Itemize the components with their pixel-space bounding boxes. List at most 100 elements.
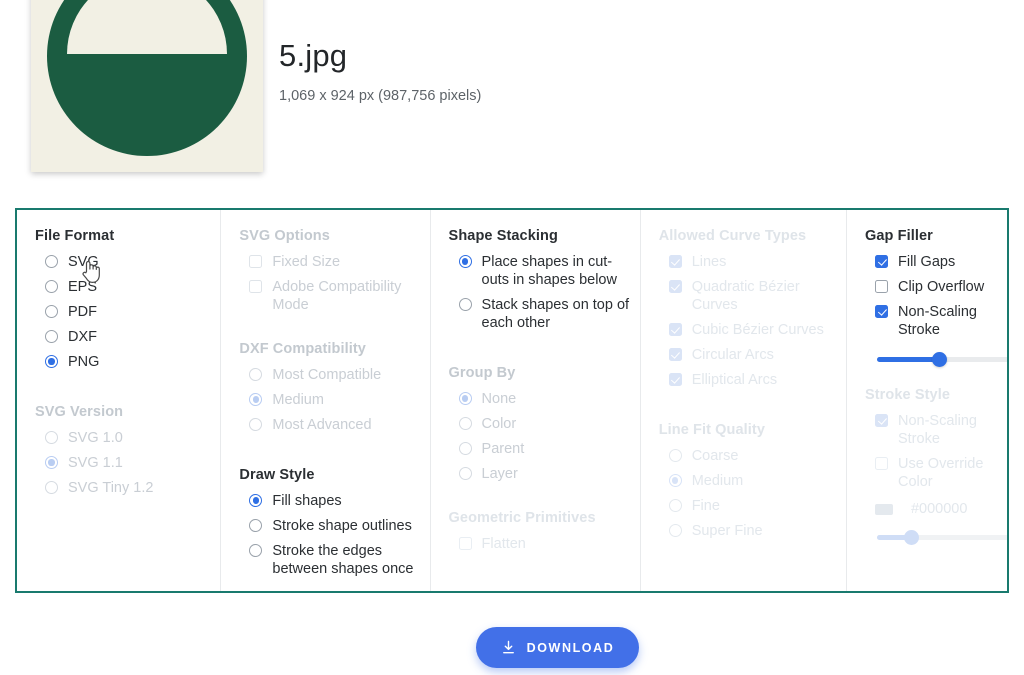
- checkbox-clip-overflow[interactable]: [874, 280, 888, 293]
- option-eps[interactable]: EPS: [35, 278, 214, 296]
- checkbox-lines: [668, 255, 682, 268]
- label-fixed-size: Fixed Size: [272, 254, 341, 270]
- stroke-style-slider: [876, 529, 1007, 545]
- label-place-in-cutouts: Place shapes in cut-outs in shapes below: [481, 254, 617, 288]
- option-clip-overflow[interactable]: Clip Overflow: [865, 278, 1001, 296]
- label-most-compatible: Most Compatible: [272, 367, 382, 383]
- radio-dxf[interactable]: [45, 330, 58, 343]
- group-title-line-fit-quality: Line Fit Quality: [658, 422, 766, 438]
- radio-group-color: [458, 417, 472, 430]
- radio-most-advanced: [249, 418, 263, 431]
- option-stroke-edges-once[interactable]: Stroke the edges between shapes once: [239, 542, 423, 578]
- option-coarse: Coarse: [659, 447, 840, 465]
- radio-svg[interactable]: [45, 255, 58, 268]
- radio-coarse: [668, 449, 682, 462]
- override-color-value: #000000: [910, 501, 968, 517]
- radio-group-none: [458, 392, 472, 405]
- option-fill-gaps[interactable]: Fill Gaps: [865, 253, 1001, 271]
- label-dxf: DXF: [68, 329, 97, 345]
- label-stroke-shape-outlines: Stroke shape outlines: [272, 518, 412, 534]
- thumbnail-artwork: [31, 0, 263, 172]
- label-gap-non-scaling-stroke: Non-Scaling Stroke: [897, 304, 977, 338]
- label-clip-overflow: Clip Overflow: [897, 279, 985, 295]
- option-use-override-color: Use Override Color: [865, 455, 1001, 491]
- checkbox-fill-gaps[interactable]: [874, 255, 888, 268]
- option-fine: Fine: [659, 497, 840, 515]
- label-group-none: None: [481, 391, 517, 407]
- option-stack-on-top[interactable]: Stack shapes on top of each other: [449, 296, 634, 332]
- label-use-override-color: Use Override Color: [897, 456, 984, 490]
- gap-filler-slider-thumb[interactable]: [931, 352, 947, 367]
- radio-pdf[interactable]: [45, 305, 58, 318]
- checkbox-use-override-color: [874, 457, 888, 470]
- group-title-allowed-curve-types: Allowed Curve Types: [658, 228, 807, 244]
- gap-filler-slider[interactable]: [876, 351, 1007, 367]
- radio-svg-11: [45, 456, 58, 469]
- label-dxf-medium: Medium: [272, 392, 324, 408]
- download-button[interactable]: DOWNLOAD: [476, 627, 639, 668]
- checkbox-gap-non-scaling-stroke[interactable]: [874, 305, 888, 318]
- radio-stack-on-top[interactable]: [458, 298, 472, 311]
- option-dxf[interactable]: DXF: [35, 328, 214, 346]
- label-svg-11: SVG 1.1: [68, 455, 123, 471]
- label-most-advanced: Most Advanced: [272, 417, 372, 433]
- radio-stroke-shape-outlines[interactable]: [249, 519, 263, 532]
- group-geometric-primitives: Geometric Primitives Flatten: [449, 510, 634, 553]
- gap-filler-column: Gap Filler Fill Gaps Clip Overflow Non-S…: [847, 210, 1007, 591]
- download-arrow-icon: [502, 640, 514, 653]
- shape-stacking-column: Shape Stacking Place shapes in cut-outs …: [431, 210, 641, 591]
- label-fill-shapes: Fill shapes: [272, 493, 342, 509]
- radio-stroke-edges-once[interactable]: [249, 544, 263, 557]
- option-svg-10: SVG 1.0: [35, 429, 214, 447]
- radio-svg-tiny-12: [45, 481, 58, 494]
- radio-place-in-cutouts[interactable]: [458, 255, 472, 268]
- option-pdf[interactable]: PDF: [35, 303, 214, 321]
- label-line-fit-medium: Medium: [691, 473, 744, 489]
- label-circular-arcs: Circular Arcs: [691, 347, 774, 363]
- label-pdf: PDF: [68, 304, 97, 320]
- option-most-compatible: Most Compatible: [239, 366, 423, 384]
- option-png[interactable]: PNG: [35, 353, 214, 371]
- option-stroke-shape-outlines[interactable]: Stroke shape outlines: [239, 517, 423, 535]
- group-title-shape-stacking: Shape Stacking: [448, 228, 558, 244]
- file-name: 5.jpg: [279, 38, 348, 73]
- option-lines: Lines: [659, 253, 840, 271]
- label-group-layer: Layer: [481, 466, 518, 482]
- file-format-column: File Format SVG EPS PDF DXF PNG SVG Vers…: [17, 210, 222, 591]
- svg-options-column: SVG Options Fixed Size Adobe Compatibili…: [221, 210, 431, 591]
- option-place-in-cutouts[interactable]: Place shapes in cut-outs in shapes below: [449, 253, 634, 289]
- group-title-stroke-style: Stroke Style: [864, 387, 950, 403]
- checkbox-fixed-size: [249, 255, 263, 268]
- option-group-parent: Parent: [449, 440, 634, 458]
- radio-fill-shapes[interactable]: [249, 494, 263, 507]
- download-button-label: DOWNLOAD: [526, 640, 615, 655]
- group-title-draw-style: Draw Style: [239, 467, 315, 483]
- label-fill-gaps: Fill Gaps: [897, 254, 956, 270]
- label-svg: SVG: [68, 254, 99, 270]
- allowed-curve-types-column: Allowed Curve Types Lines Quadratic Bézi…: [641, 210, 847, 591]
- group-title-dxf-compatibility: DXF Compatibility: [239, 341, 366, 357]
- group-title-file-format: File Format: [35, 228, 115, 244]
- radio-group-parent: [458, 442, 472, 455]
- label-group-parent: Parent: [481, 441, 525, 457]
- radio-eps[interactable]: [45, 280, 58, 293]
- override-color-row: #000000: [865, 501, 1001, 517]
- option-elliptical-arcs: Elliptical Arcs: [659, 371, 840, 389]
- radio-png[interactable]: [45, 355, 58, 368]
- option-fill-shapes[interactable]: Fill shapes: [239, 492, 423, 510]
- option-adobe-compatibility-mode: Adobe Compatibility Mode: [239, 278, 423, 314]
- checkbox-quadratic-bezier-curves: [668, 280, 682, 293]
- option-stroke-non-scaling-stroke: Non-Scaling Stroke: [865, 412, 1001, 448]
- radio-super-fine: [668, 524, 682, 537]
- option-svg[interactable]: SVG: [35, 253, 214, 271]
- option-gap-non-scaling-stroke[interactable]: Non-Scaling Stroke: [865, 303, 1001, 339]
- label-quadratic-bezier-curves: Quadratic Bézier Curves: [691, 279, 800, 313]
- group-shape-stacking: Shape Stacking Place shapes in cut-outs …: [449, 228, 634, 332]
- radio-svg-10: [45, 431, 58, 444]
- group-title-group-by: Group By: [448, 365, 516, 381]
- checkbox-flatten: [458, 537, 472, 550]
- checkbox-circular-arcs: [668, 348, 682, 361]
- group-allowed-curve-types: Allowed Curve Types Lines Quadratic Bézi…: [659, 228, 840, 389]
- group-title-svg-version: SVG Version: [35, 404, 124, 420]
- file-dimensions: 1,069 x 924 px (987,756 pixels): [279, 88, 482, 104]
